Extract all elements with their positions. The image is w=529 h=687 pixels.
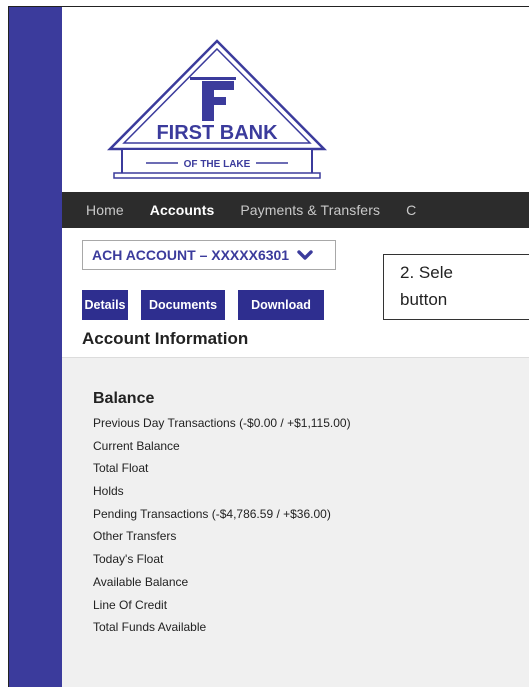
nav-more[interactable]: C [386, 202, 422, 218]
details-button[interactable]: Details [82, 290, 128, 320]
page-frame: FIRST BANK OF THE LAKE Home Accounts Pay… [8, 6, 529, 687]
balance-item-total-funds: Total Funds Available [93, 620, 207, 635]
balance-item-available-balance: Available Balance [93, 574, 189, 589]
download-button[interactable]: Download [238, 290, 324, 320]
logo-name-line1: FIRST BANK [156, 122, 278, 144]
nav-accounts[interactable]: Accounts [130, 202, 221, 218]
instruction-callout: 2. Sele button [383, 254, 529, 320]
balance-item-current-balance: Current Balance [93, 438, 180, 453]
main-content: FIRST BANK OF THE LAKE Home Accounts Pay… [62, 7, 529, 687]
balance-item-total-float: Total Float [93, 461, 149, 476]
documents-button[interactable]: Documents [141, 290, 225, 320]
account-information-title: Account Information [82, 329, 249, 348]
bank-logo[interactable]: FIRST BANK OF THE LAKE [106, 37, 328, 183]
callout-line2: button [400, 290, 448, 309]
logo-name-line2: OF THE LAKE [184, 159, 251, 170]
balance-item-line-of-credit: Line Of Credit [93, 597, 168, 612]
balance-item-previous-day: Previous Day Transactions (-$0.00 / +$1,… [93, 416, 351, 430]
balance-title: Balance [93, 390, 155, 407]
account-select-value: ACH ACCOUNT – XXXXX6301 [92, 247, 290, 263]
side-bar [9, 7, 62, 687]
callout-line1: 2. Sele [400, 263, 453, 282]
nav-home[interactable]: Home [62, 202, 130, 218]
balance-item-holds: Holds [93, 484, 124, 499]
main-nav: Home Accounts Payments & Transfers C [62, 192, 529, 228]
balance-list: Previous Day Transactions (-$0.00 / +$1,… [93, 412, 351, 639]
balance-item-pending: Pending Transactions (-$4,786.59 / +$36.… [93, 506, 331, 521]
chevron-down-icon [297, 250, 313, 260]
balance-item-other-transfers: Other Transfers [93, 529, 177, 544]
balance-panel: Balance Previous Day Transactions (-$0.0… [62, 357, 529, 687]
account-select[interactable]: ACH ACCOUNT – XXXXX6301 [82, 240, 336, 270]
nav-payments-transfers[interactable]: Payments & Transfers [220, 202, 386, 218]
balance-item-todays-float: Today's Float [93, 552, 164, 567]
